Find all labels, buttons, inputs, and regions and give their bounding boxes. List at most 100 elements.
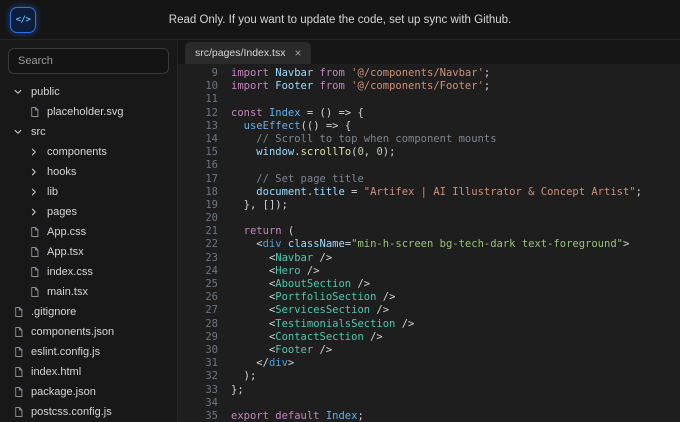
code-text: <ContactSection /> [218,331,383,344]
tree-file-eslint.config.js[interactable]: eslint.config.js [8,342,169,362]
line-number: 29 [178,331,218,344]
line-number: 34 [178,397,218,410]
tree-item-label: .gitignore [31,306,76,318]
topbar: </> Read Only. If you want to update the… [0,0,680,40]
line-number: 32 [178,370,218,383]
main-area: public placeholder.svg src components hooks l… [0,40,680,422]
code-line: 26 <PortfolioSection /> [178,291,680,304]
code-line: 10import Footer from '@/components/Foote… [178,80,680,93]
tab-bar: src/pages/Index.tsx × [178,40,680,64]
line-number: 22 [178,238,218,251]
tree-folder-pages[interactable]: pages [8,202,169,222]
line-number: 30 [178,344,218,357]
file-icon [12,386,24,398]
tree-item-label: main.tsx [47,286,88,298]
line-number: 18 [178,186,218,199]
code-line: 14 // Scroll to top when component mount… [178,133,680,146]
tree-file-package.json[interactable]: package.json [8,382,169,402]
code-line: 16 [178,159,680,172]
code-text: document.title = "Artifex | AI Illustrat… [218,186,642,199]
code-line: 23 <Navbar /> [178,252,680,265]
line-number: 11 [178,93,218,106]
code-text: }; [218,384,244,397]
tree-item-label: postcss.config.js [31,406,112,418]
app-logo[interactable]: </> [10,7,36,33]
line-number: 16 [178,159,218,172]
tree-item-label: App.css [47,226,86,238]
tree-folder-hooks[interactable]: hooks [8,162,169,182]
file-icon [12,346,24,358]
tree-item-label: hooks [47,166,76,178]
line-number: 23 [178,252,218,265]
code-line: 22 <div className="min-h-screen bg-tech-… [178,238,680,251]
tree-folder-src[interactable]: src [8,122,169,142]
chevron-down-icon [12,87,24,97]
code-line: 15 window.scrollTo(0, 0); [178,146,680,159]
line-number: 20 [178,212,218,225]
tree-file-postcss.config.js[interactable]: postcss.config.js [8,402,169,422]
code-text [218,159,231,172]
code-line: 11 [178,93,680,106]
code-text: <Footer /> [218,344,332,357]
code-line: 28 <TestimonialsSection /> [178,318,680,331]
tree-file-components.json[interactable]: components.json [8,322,169,342]
code-line: 32 ); [178,370,680,383]
code-text: window.scrollTo(0, 0); [218,146,395,159]
file-icon [12,326,24,338]
code-text: }, []); [218,199,288,212]
chevron-right-icon [28,187,40,197]
tree-file-index.css[interactable]: index.css [8,262,169,282]
tree-item-label: eslint.config.js [31,346,100,358]
tree-folder-public[interactable]: public [8,82,169,102]
code-text [218,212,231,225]
tab-title: src/pages/Index.tsx [195,47,285,59]
line-number: 14 [178,133,218,146]
file-icon [28,226,40,238]
line-number: 27 [178,304,218,317]
line-number: 13 [178,120,218,133]
search-box [8,48,169,74]
code-line: 29 <ContactSection /> [178,331,680,344]
file-icon [12,306,24,318]
line-number: 12 [178,107,218,120]
tab-close-icon[interactable]: × [294,47,301,59]
chevron-down-icon [12,127,24,137]
tree-item-label: App.tsx [47,246,84,258]
line-number: 17 [178,173,218,186]
tree-file-main.tsx[interactable]: main.tsx [8,282,169,302]
line-number: 24 [178,265,218,278]
tree-file-index.html[interactable]: index.html [8,362,169,382]
readonly-banner: Read Only. If you want to update the cod… [0,14,680,26]
code-editor[interactable]: 9import Navbar from '@/components/Navbar… [178,64,680,422]
line-number: 35 [178,410,218,422]
line-number: 31 [178,357,218,370]
search-input[interactable] [8,48,169,74]
file-icon [12,406,24,418]
code-line: 20 [178,212,680,225]
code-line: 35export default Index; [178,410,680,422]
tree-item-label: components [47,146,107,158]
code-line: 13 useEffect(() => { [178,120,680,133]
code-text: return ( [218,225,294,238]
line-number: 26 [178,291,218,304]
code-line: 25 <AboutSection /> [178,278,680,291]
tree-folder-lib[interactable]: lib [8,182,169,202]
line-number: 10 [178,80,218,93]
tree-file-.gitignore[interactable]: .gitignore [8,302,169,322]
tree-file-placeholder.svg[interactable]: placeholder.svg [8,102,169,122]
line-number: 15 [178,146,218,159]
code-text: <Hero /> [218,265,320,278]
code-text [218,93,231,106]
file-icon [12,366,24,378]
tree-item-label: placeholder.svg [47,106,123,118]
code-text: // Set page title [218,173,364,186]
code-text: <PortfolioSection /> [218,291,395,304]
tree-file-App.tsx[interactable]: App.tsx [8,242,169,262]
code-line: 17 // Set page title [178,173,680,186]
tree-folder-components[interactable]: components [8,142,169,162]
code-line: 24 <Hero /> [178,265,680,278]
tab-index-tsx[interactable]: src/pages/Index.tsx × [185,42,311,64]
line-number: 21 [178,225,218,238]
tree-file-App.css[interactable]: App.css [8,222,169,242]
code-text: <TestimonialsSection /> [218,318,414,331]
